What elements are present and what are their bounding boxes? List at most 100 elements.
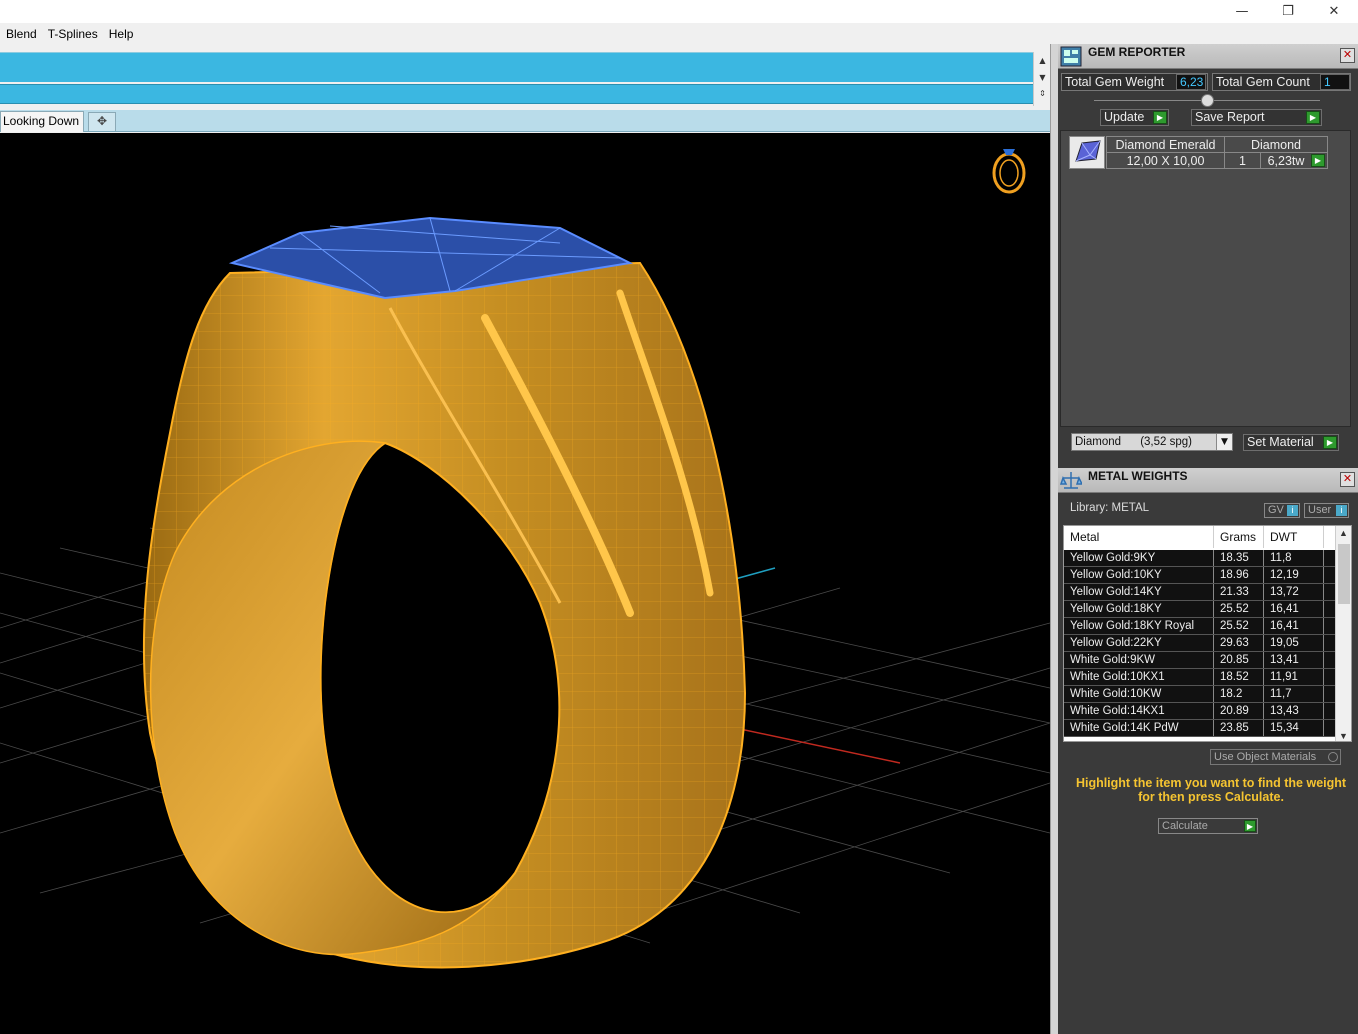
grams-cell: 18.52	[1214, 669, 1264, 685]
user-button[interactable]: User i	[1304, 503, 1349, 518]
add-tab-icon[interactable]: ✥	[88, 112, 116, 131]
table-row[interactable]: White Gold:9KW 20.85 13,41	[1064, 652, 1335, 669]
grams-cell: 21.33	[1214, 584, 1264, 600]
ring-shank	[142, 261, 747, 969]
metal-cell: Yellow Gold:22KY	[1064, 635, 1214, 651]
gem-reporter-header: GEM REPORTER ✕	[1058, 44, 1358, 69]
close-icon[interactable]: ✕	[1311, 0, 1357, 23]
command-history[interactable]	[0, 52, 1033, 82]
tab-looking-down[interactable]: Looking Down	[0, 111, 85, 132]
gem-reporter-icon	[1060, 46, 1082, 67]
grams-cell: 25.52	[1214, 601, 1264, 617]
metal-weights-header: METAL WEIGHTS ✕	[1058, 468, 1358, 493]
gem-info-table[interactable]: Diamond Emerald Diamond 12,00 X 10,00 1 …	[1106, 136, 1328, 169]
viewport-tabs: Looking Down ✥	[0, 110, 1050, 132]
metal-table[interactable]: Metal Grams DWT Yellow Gold:9KY 18.35 11,8…	[1063, 525, 1352, 742]
dwt-cell: 16,41	[1264, 601, 1324, 617]
metal-table-scrollbar[interactable]: ▲ ▼	[1335, 526, 1351, 741]
calculate-label: Calculate	[1162, 820, 1208, 832]
scroll-down-icon[interactable]: ▼	[1037, 72, 1048, 84]
table-row[interactable]: White Gold:14KX1 20.89 13,43	[1064, 703, 1335, 720]
right-panel: GEM REPORTER ✕ Total Gem Weight 6,23 Tot…	[1058, 44, 1358, 1034]
scroll-up-icon[interactable]: ▲	[1339, 528, 1348, 538]
grams-cell: 18.2	[1214, 686, 1264, 702]
metal-cell: White Gold:9KW	[1064, 652, 1214, 668]
dwt-cell: 11,8	[1264, 550, 1324, 566]
metal-table-body: Yellow Gold:9KY 18.35 11,8 Yellow Gold:10KY…	[1064, 550, 1335, 737]
table-row[interactable]: Yellow Gold:18KY Royal 25.52 16,41	[1064, 618, 1335, 635]
grams-cell: 18.96	[1214, 567, 1264, 583]
command-line[interactable]	[0, 84, 1033, 104]
update-label: Update	[1104, 110, 1145, 124]
gem-thumbnail[interactable]	[1069, 136, 1105, 169]
3d-viewport[interactable]	[0, 133, 1050, 1034]
spin-icon[interactable]: ⇕	[1037, 88, 1048, 100]
play-icon: ▶	[1323, 436, 1337, 449]
grams-cell: 20.85	[1214, 652, 1264, 668]
menu-bar: Blend T-Splines Help	[0, 23, 1358, 44]
close-icon[interactable]: ✕	[1340, 472, 1355, 487]
play-icon: ▶	[1244, 820, 1256, 832]
chevron-down-icon: ▼	[1216, 434, 1232, 450]
metal-cell: White Gold:10KW	[1064, 686, 1214, 702]
radio-icon	[1328, 752, 1338, 762]
dwt-cell: 11,91	[1264, 669, 1324, 685]
close-icon[interactable]: ✕	[1340, 48, 1355, 63]
table-row[interactable]: Yellow Gold:22KY 29.63 19,05	[1064, 635, 1335, 652]
metal-cell: White Gold:10KX1	[1064, 669, 1214, 685]
table-row[interactable]: White Gold:10KW 18.2 11,7	[1064, 686, 1335, 703]
play-icon: ▶	[1306, 111, 1320, 124]
gem-shape: Diamond Emerald	[1107, 137, 1225, 153]
info-icon: i	[1336, 505, 1347, 516]
column-metal[interactable]: Metal	[1064, 526, 1214, 548]
menu-blend[interactable]: Blend	[0, 27, 42, 41]
command-scroll[interactable]: ▲ ▼ ⇕	[1033, 52, 1050, 106]
table-row[interactable]: Yellow Gold:10KY 18.96 12,19	[1064, 567, 1335, 584]
dwt-cell: 12,19	[1264, 567, 1324, 583]
user-label: User	[1308, 504, 1332, 516]
update-button[interactable]: Update ▶	[1100, 109, 1169, 126]
table-row[interactable]: White Gold:10KX1 18.52 11,91	[1064, 669, 1335, 686]
dwt-cell: 16,41	[1264, 618, 1324, 634]
calculate-button[interactable]: Calculate ▶	[1158, 818, 1258, 834]
scale-icon	[1059, 470, 1084, 491]
total-gem-weight-value: 6,23	[1176, 74, 1206, 90]
menu-help[interactable]: Help	[103, 27, 139, 41]
metal-table-header: Metal Grams DWT	[1064, 526, 1335, 548]
save-report-label: Save Report	[1195, 110, 1265, 124]
scroll-thumb[interactable]	[1338, 544, 1350, 604]
library-label: Library: METAL	[1070, 502, 1150, 514]
metal-weights-title: METAL WEIGHTS	[1088, 469, 1188, 483]
set-material-button[interactable]: Set Material ▶	[1243, 434, 1339, 451]
gem-weight: 6,23tw	[1267, 154, 1305, 168]
grams-cell: 23.85	[1214, 720, 1264, 736]
menu-tsplines[interactable]: T-Splines	[42, 27, 103, 41]
gem-slider-handle[interactable]	[1201, 94, 1214, 107]
column-grams[interactable]: Grams	[1214, 526, 1264, 548]
table-row[interactable]: White Gold:14K PdW 23.85 15,34	[1064, 720, 1335, 737]
total-gem-count-value: 1	[1320, 74, 1350, 90]
material-select[interactable]: Diamond (3,52 spg) ▼	[1071, 433, 1233, 451]
gem-count: 1	[1225, 153, 1261, 169]
table-row[interactable]: Yellow Gold:9KY 18.35 11,8	[1064, 550, 1335, 567]
table-row[interactable]: Yellow Gold:18KY 25.52 16,41	[1064, 601, 1335, 618]
dwt-cell: 11,7	[1264, 686, 1324, 702]
panel-splitter[interactable]	[1050, 44, 1058, 1034]
table-row[interactable]: Yellow Gold:14KY 21.33 13,72	[1064, 584, 1335, 601]
column-dwt[interactable]: DWT	[1264, 526, 1324, 548]
restore-icon[interactable]: ❐	[1265, 0, 1311, 23]
scroll-up-icon[interactable]: ▲	[1037, 55, 1048, 67]
save-report-button[interactable]: Save Report ▶	[1191, 109, 1322, 126]
material-select-value: Diamond (3,52 spg)	[1075, 436, 1192, 448]
grams-cell: 20.89	[1214, 703, 1264, 719]
title-bar: — ❐ ✕	[0, 0, 1358, 23]
use-object-materials-toggle[interactable]: Use Object Materials	[1210, 749, 1341, 765]
gem-reporter-title: GEM REPORTER	[1088, 45, 1186, 59]
view-ring-icon	[992, 149, 1026, 194]
dwt-cell: 13,72	[1264, 584, 1324, 600]
gv-button[interactable]: GV i	[1264, 503, 1300, 518]
play-icon[interactable]: ▶	[1311, 154, 1325, 167]
grams-cell: 18.35	[1214, 550, 1264, 566]
minimize-icon[interactable]: —	[1219, 0, 1265, 23]
scroll-down-icon[interactable]: ▼	[1339, 731, 1348, 741]
